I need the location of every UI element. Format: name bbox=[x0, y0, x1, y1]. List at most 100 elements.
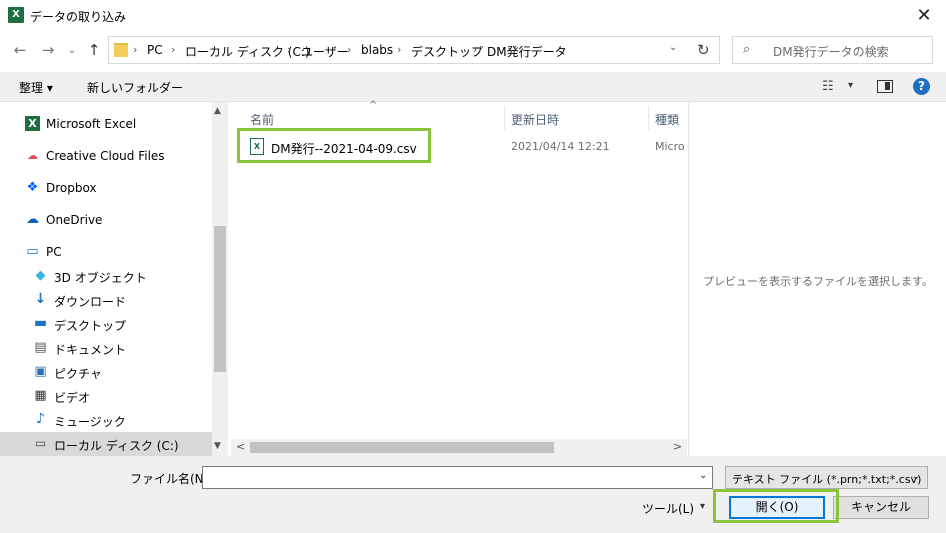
organize-button[interactable]: 整理 ▾ bbox=[19, 79, 53, 96]
preview-pane-icon[interactable] bbox=[877, 80, 893, 93]
file-modified: 2021/04/14 12:21 bbox=[511, 140, 610, 153]
breadcrumb-separator: › bbox=[171, 43, 176, 56]
preview-pane: プレビューを表示するファイルを選択します。 bbox=[688, 102, 946, 456]
sidebar-item-label: Creative Cloud Files bbox=[46, 149, 165, 163]
excel-icon: X bbox=[25, 116, 40, 131]
sidebar-item-local-disk[interactable]: ▭ ローカル ディスク (C:) bbox=[0, 432, 212, 456]
sidebar-item-documents[interactable]: ▤ ドキュメント bbox=[0, 336, 212, 360]
sidebar-item-music[interactable]: ♪ ミュージック bbox=[0, 408, 212, 432]
sidebar-item-label: ビデオ bbox=[54, 391, 91, 405]
sidebar-item-label: ピクチャ bbox=[54, 367, 102, 381]
desktop-icon: ▬ bbox=[33, 315, 48, 331]
documents-icon: ▤ bbox=[34, 340, 47, 355]
breadcrumb-separator: › bbox=[347, 43, 352, 56]
tools-button[interactable]: ツール(L) bbox=[642, 500, 694, 517]
column-header-name[interactable]: 名前 bbox=[250, 111, 274, 128]
sidebar-item-label: Microsoft Excel bbox=[46, 117, 137, 131]
local-disk-icon: ▭ bbox=[34, 436, 47, 450]
breadcrumb-separator: › bbox=[397, 43, 402, 56]
file-highlight-box bbox=[237, 128, 431, 163]
column-divider[interactable] bbox=[648, 106, 649, 130]
horizontal-scroll-thumb[interactable] bbox=[250, 442, 554, 453]
scroll-up-icon[interactable]: ▲ bbox=[214, 106, 221, 116]
videos-icon: ▦ bbox=[34, 388, 47, 403]
help-icon[interactable]: ? bbox=[913, 78, 930, 95]
address-dropdown-icon[interactable]: ⌄ bbox=[669, 42, 677, 53]
breadcrumb-separator: › bbox=[133, 43, 138, 56]
view-dropdown-icon[interactable]: ▾ bbox=[848, 80, 853, 91]
breadcrumb-dm-data[interactable]: DM発行データ bbox=[487, 43, 567, 60]
close-button[interactable]: ✕ bbox=[904, 2, 944, 30]
navigation-pane: X Microsoft Excel ☁ Creative Cloud Files… bbox=[0, 102, 228, 456]
up-button[interactable]: ↑ bbox=[84, 40, 104, 60]
sidebar-item-label: ミュージック bbox=[54, 415, 126, 429]
scroll-down-icon[interactable]: ▼ bbox=[214, 441, 221, 451]
filename-dropdown-icon[interactable]: ⌄ bbox=[699, 470, 707, 481]
file-type: Micro bbox=[655, 140, 685, 153]
search-input[interactable]: ⌕ DM発行データの検索 bbox=[732, 36, 933, 64]
sort-indicator-icon: ^ bbox=[369, 100, 378, 111]
dropbox-icon: ❖ bbox=[26, 180, 39, 195]
view-options-icon[interactable]: ☷ bbox=[822, 79, 834, 94]
recent-locations-button[interactable]: ⌄ bbox=[62, 40, 82, 60]
sidebar-item-label: ダウンロード bbox=[54, 295, 127, 309]
refresh-icon: ↻ bbox=[697, 41, 710, 59]
column-header-modified[interactable]: 更新日時 bbox=[511, 111, 559, 128]
sidebar-scroll-thumb[interactable] bbox=[214, 226, 226, 372]
download-icon: ↓ bbox=[34, 291, 47, 307]
onedrive-icon: ☁ bbox=[26, 212, 39, 227]
filename-label: ファイル名(N): bbox=[130, 472, 213, 486]
sidebar-item-onedrive[interactable]: ☁ OneDrive bbox=[0, 208, 212, 232]
window-title: データの取り込み bbox=[30, 10, 127, 24]
creative-cloud-icon: ☁ bbox=[27, 149, 38, 162]
filename-input[interactable] bbox=[202, 466, 713, 489]
preview-message: プレビューを表示するファイルを選択します。 bbox=[703, 275, 933, 288]
sidebar-item-creative-cloud[interactable]: ☁ Creative Cloud Files bbox=[0, 144, 212, 168]
search-placeholder: DM発行データの検索 bbox=[773, 45, 889, 59]
sidebar-item-downloads[interactable]: ↓ ダウンロード bbox=[0, 288, 212, 312]
sidebar-item-label: PC bbox=[46, 245, 62, 259]
sidebar-item-pictures[interactable]: ▣ ピクチャ bbox=[0, 360, 212, 384]
column-divider[interactable] bbox=[504, 106, 505, 130]
scroll-right-icon[interactable]: > bbox=[673, 440, 682, 453]
title-bar: X データの取り込み ✕ bbox=[0, 0, 946, 32]
sidebar-item-label: デスクトップ bbox=[54, 319, 127, 333]
forward-button[interactable]: → bbox=[38, 40, 58, 60]
column-header-type[interactable]: 種類 bbox=[655, 111, 679, 128]
sidebar-item-label: 3D オブジェクト bbox=[54, 271, 147, 285]
breadcrumb-separator: › bbox=[473, 43, 478, 56]
tools-dropdown-icon[interactable]: ▾ bbox=[700, 501, 705, 512]
pictures-icon: ▣ bbox=[34, 364, 47, 379]
excel-icon: X bbox=[8, 7, 24, 23]
back-button[interactable]: ← bbox=[10, 40, 30, 60]
breadcrumb-blabs[interactable]: blabs bbox=[361, 43, 393, 57]
sidebar-item-label: Dropbox bbox=[46, 181, 97, 195]
filetype-select[interactable]: テキスト ファイル (*.prn;*.txt;*.csv) ⌄ bbox=[725, 466, 928, 489]
breadcrumb-pc[interactable]: PC bbox=[147, 43, 163, 57]
filetype-value: テキスト ファイル (*.prn;*.txt;*.csv) bbox=[732, 473, 922, 486]
music-icon: ♪ bbox=[36, 411, 45, 427]
address-bar[interactable]: › PC › ローカル ディスク (C:) › ユーザー › blabs › デ… bbox=[108, 36, 720, 64]
refresh-button[interactable]: ↻ bbox=[689, 36, 720, 64]
sidebar-item-3d-objects[interactable]: ◆ 3D オブジェクト bbox=[0, 264, 212, 288]
sidebar-item-label: ローカル ディスク (C:) bbox=[54, 439, 179, 453]
sidebar-item-excel[interactable]: X Microsoft Excel bbox=[0, 112, 212, 136]
pc-icon: ▭ bbox=[26, 244, 39, 259]
cancel-button[interactable]: キャンセル bbox=[833, 496, 929, 519]
toolbar: 整理 ▾ 新しいフォルダー ☷ ▾ ? bbox=[0, 72, 946, 102]
breadcrumb-separator: › bbox=[287, 43, 292, 56]
breadcrumb-users[interactable]: ユーザー bbox=[301, 43, 349, 60]
open-highlight-box bbox=[713, 489, 839, 523]
sidebar-item-desktop[interactable]: ▬ デスクトップ bbox=[0, 312, 212, 336]
folder-icon bbox=[114, 43, 128, 57]
sidebar-item-label: OneDrive bbox=[46, 213, 103, 227]
filetype-dropdown-icon: ⌄ bbox=[912, 471, 921, 482]
sidebar-item-dropbox[interactable]: ❖ Dropbox bbox=[0, 176, 212, 200]
sidebar-item-videos[interactable]: ▦ ビデオ bbox=[0, 384, 212, 408]
scroll-left-icon[interactable]: < bbox=[236, 440, 245, 453]
sidebar-item-pc[interactable]: ▭ PC bbox=[0, 240, 212, 264]
3d-objects-icon: ◆ bbox=[35, 268, 46, 283]
new-folder-button[interactable]: 新しいフォルダー bbox=[87, 79, 183, 96]
sidebar-item-label: ドキュメント bbox=[54, 343, 127, 357]
search-icon: ⌕ bbox=[743, 42, 751, 57]
